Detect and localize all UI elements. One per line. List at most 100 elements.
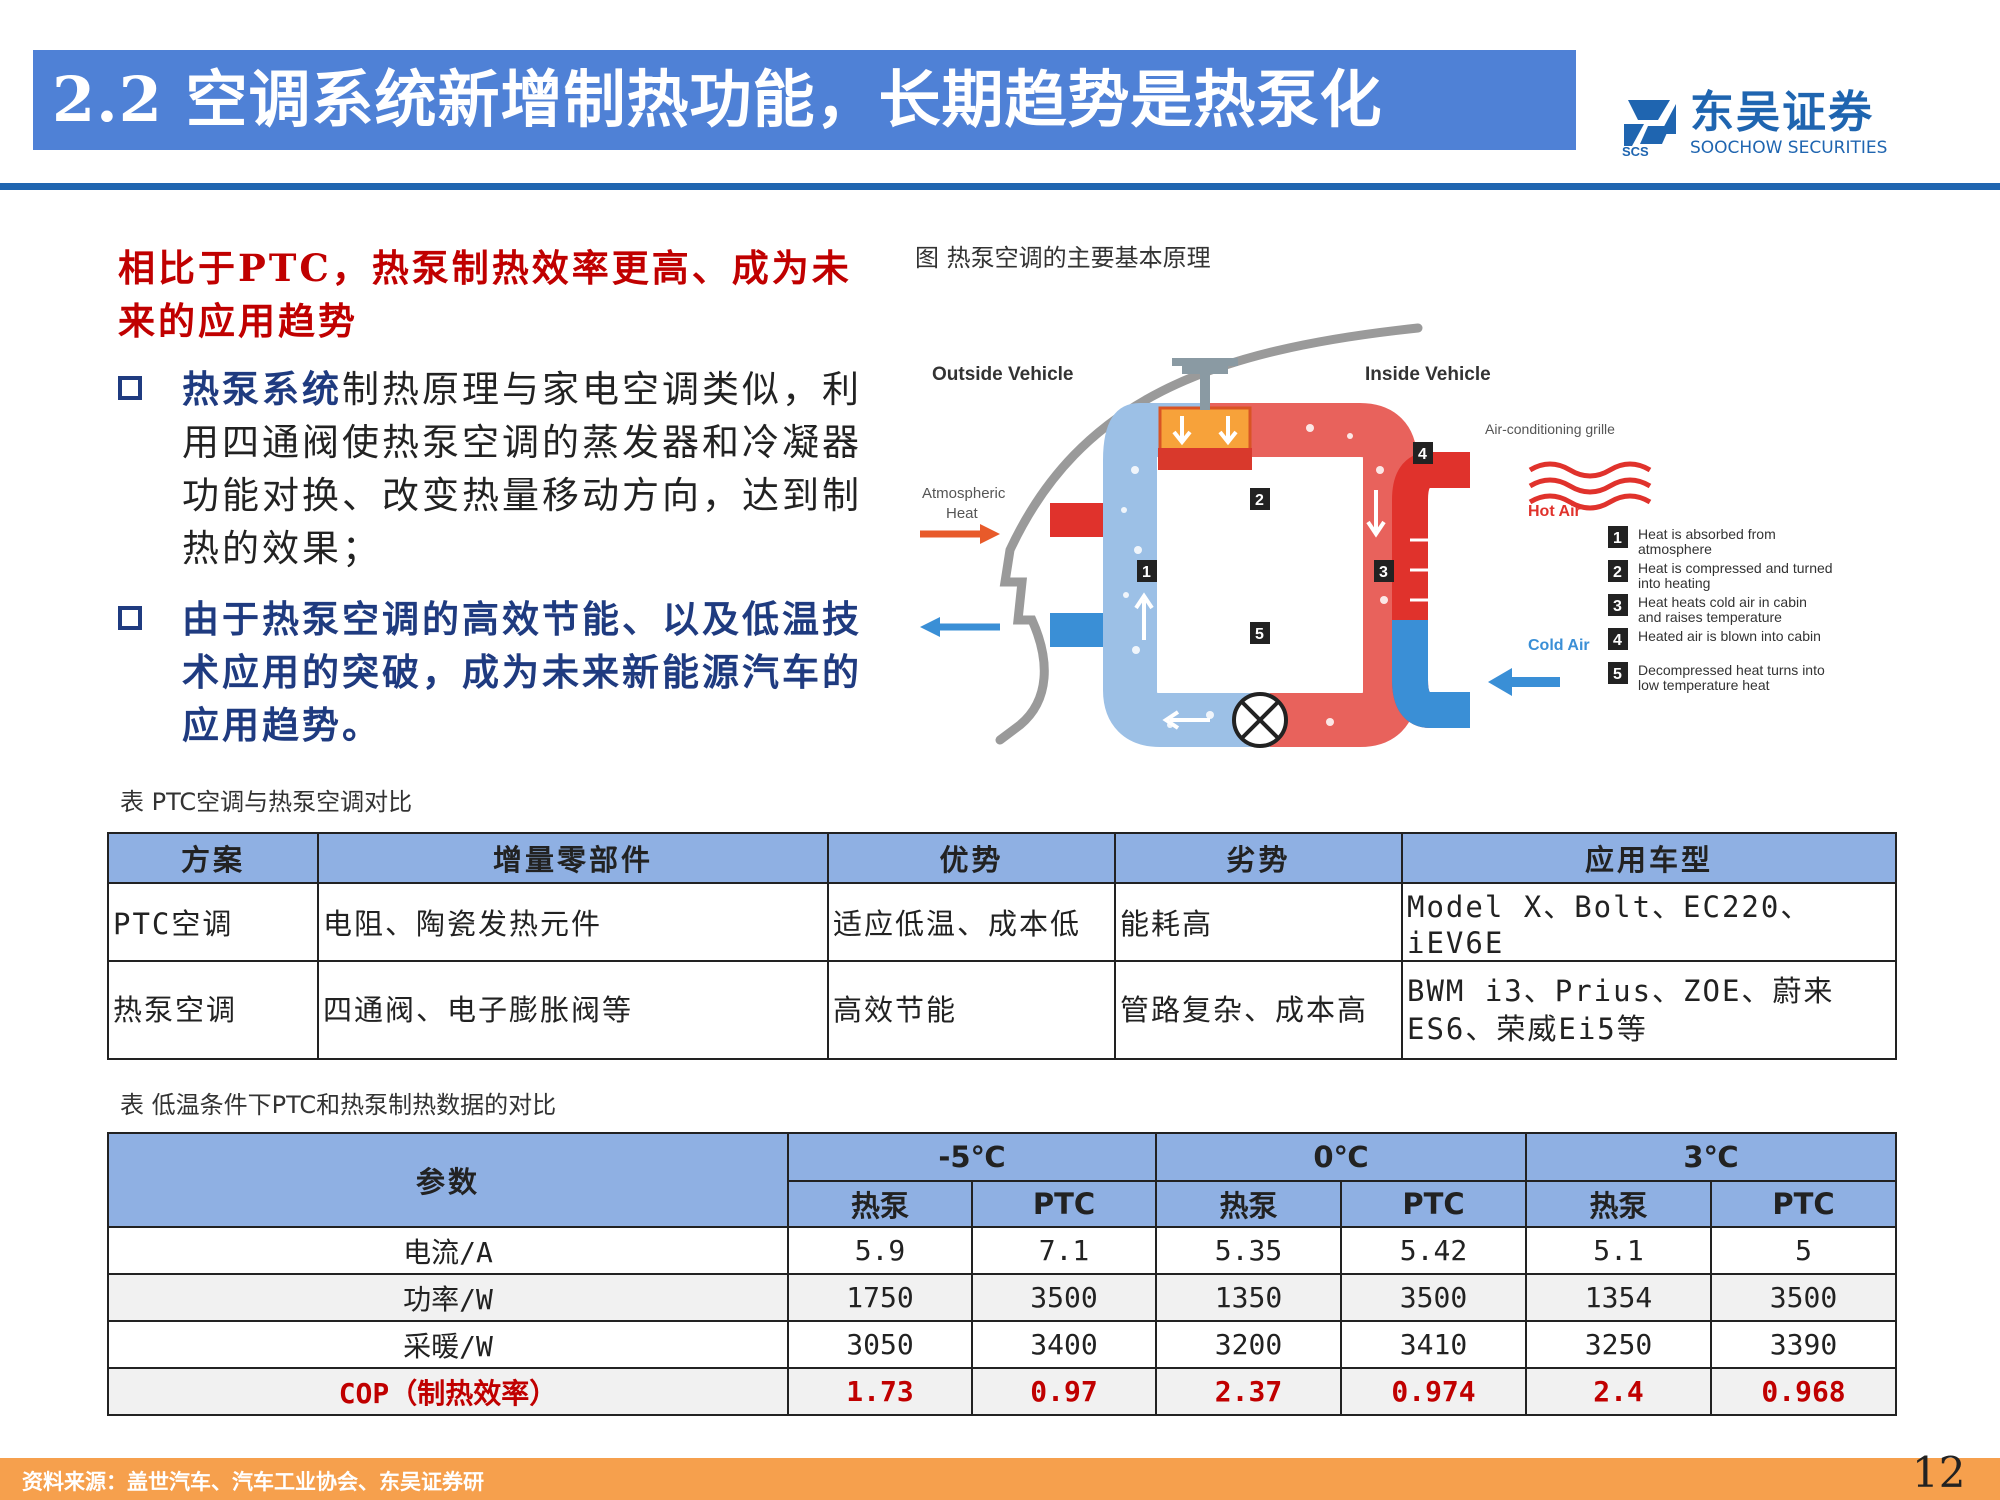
inside-vehicle-label: Inside Vehicle <box>1365 364 1491 385</box>
table-cell: 3410 <box>1339 1320 1528 1369</box>
marker-4: 4 <box>1418 446 1427 463</box>
table-cell: 0.97 <box>971 1367 1157 1416</box>
table-cell: 5.1 <box>1525 1226 1713 1275</box>
legend-text: low temperature heat <box>1638 677 1770 693</box>
page-title: 2.2 空调系统新增制热功能，长期趋势是热泵化 <box>52 63 1383 136</box>
legend-text: into heating <box>1638 575 1710 591</box>
bullet-square-icon <box>118 376 142 400</box>
cold-air-label: Cold Air <box>1528 637 1590 654</box>
outside-vehicle-label: Outside Vehicle <box>932 364 1074 385</box>
bullet-square-icon <box>118 606 142 630</box>
table1-header-advantage: 优势 <box>827 832 1116 884</box>
table-cell: 5.9 <box>787 1226 973 1275</box>
row-label: 电流/A <box>107 1226 789 1275</box>
table-row: 电流/A 5.9 7.1 5.35 5.42 5.1 5 <box>107 1226 1898 1275</box>
low-temperature-comparison-table: 参数 -5℃ 0℃ 3℃ 热泵 PTC 热泵 PTC 热泵 PTC 电流/A 5… <box>107 1132 1898 1416</box>
table-row: 采暖/W 3050 3400 3200 3410 3250 3390 <box>107 1320 1898 1369</box>
table2-caption: 表 低温条件下PTC和热泵制热数据的对比 <box>120 1091 557 1119</box>
table-cell: 电阻、陶瓷发热元件 <box>317 882 829 962</box>
table2-header-temp: -5℃ <box>787 1132 1157 1182</box>
legend-number: 1 <box>1613 530 1622 547</box>
legend-text: Decompressed heat turns into <box>1638 662 1825 678</box>
ac-grille-label: Air-conditioning grille <box>1485 421 1615 437</box>
marker-3: 3 <box>1379 564 1388 581</box>
table-cell: 1.73 <box>787 1367 973 1416</box>
table-row: 热泵空调 四通阀、电子膨胀阀等 高效节能 管路复杂、成本高 BWM i3、Pri… <box>107 960 1897 1060</box>
table-cell: 管路复杂、成本高 <box>1114 960 1403 1060</box>
table1-header-models: 应用车型 <box>1401 832 1897 884</box>
logo-name-cn: 东吴证券 <box>1690 87 1874 138</box>
marker-1: 1 <box>1142 564 1151 581</box>
table2-subheader: PTC <box>971 1180 1157 1228</box>
table-row-cop: COP（制热效率） 1.73 0.97 2.37 0.974 2.4 0.968 <box>107 1367 1898 1416</box>
table-cell: 7.1 <box>971 1226 1157 1275</box>
table-row: 功率/W 1750 3500 1350 3500 1354 3500 <box>107 1273 1898 1322</box>
bullet1-emphasis: 热泵系统 <box>182 367 342 411</box>
header-divider <box>0 183 2000 190</box>
table-cell: 3500 <box>1710 1273 1898 1322</box>
logo-name-en: SOOCHOW SECURITIES <box>1690 138 1888 158</box>
hot-air-label: Hot Air <box>1528 503 1581 520</box>
table-cell: 3250 <box>1525 1320 1713 1369</box>
legend-text: Heat is compressed and turned <box>1638 560 1833 576</box>
table-cell: 5.35 <box>1155 1226 1342 1275</box>
bullet-heat-pump-trend: 由于热泵空调的高效节能、以及低温技术应用的突破，成为未来新能源汽车的应用趋势。 <box>118 593 878 752</box>
table2-subheader: 热泵 <box>1525 1180 1713 1228</box>
headline: 相比于PTC，热泵制热效率更高、成为未来的应用趋势 <box>118 246 852 343</box>
table-cell: PTC空调 <box>107 882 319 962</box>
table-cell: 5.42 <box>1339 1226 1528 1275</box>
legend-text: Heat heats cold air in cabin <box>1638 594 1807 610</box>
table-cell: 5 <box>1710 1226 1898 1275</box>
legend-text: atmosphere <box>1638 541 1712 557</box>
table-cell: 3200 <box>1155 1320 1342 1369</box>
table-cell: 热泵空调 <box>107 960 319 1060</box>
marker-2: 2 <box>1255 492 1264 509</box>
table-cell: 0.974 <box>1339 1367 1528 1416</box>
table1-header-parts: 增量零部件 <box>317 832 829 884</box>
cold-air-arrow <box>1488 668 1512 696</box>
table2-header-temp: 3℃ <box>1525 1132 1898 1182</box>
legend-number: 5 <box>1613 666 1622 683</box>
compressor-base <box>1158 448 1252 470</box>
soochow-logo-icon: SCS <box>1622 100 1676 156</box>
table1-header-scheme: 方案 <box>107 832 319 884</box>
table2-header-temp: 0℃ <box>1154 1132 1528 1182</box>
page-number: 12 <box>1912 1448 1966 1497</box>
table2-subheader: PTC <box>1339 1180 1528 1228</box>
row-label: 采暖/W <box>107 1320 789 1369</box>
table-cell: 3390 <box>1710 1320 1898 1369</box>
footer-source: 资料来源：盖世汽车、汽车工业协会、东吴证券研 <box>22 1470 484 1494</box>
legend-number: 4 <box>1613 632 1622 649</box>
table-cell: 适应低温、成本低 <box>827 882 1116 962</box>
atmospheric-heat-label-1: Atmospheric <box>922 485 1006 502</box>
table-cell: 3050 <box>787 1320 973 1369</box>
row-label: COP（制热效率） <box>107 1367 789 1416</box>
legend-text: Heat is absorbed from <box>1638 526 1776 542</box>
bullet2-text: 由于热泵空调的高效节能、以及低温技术应用的突破，成为未来新能源汽车的应用趋势。 <box>182 597 862 747</box>
table-cell: 1750 <box>787 1273 973 1322</box>
table-cell: 四通阀、电子膨胀阀等 <box>317 960 829 1060</box>
hot-air-waves <box>1528 461 1652 511</box>
table-cell: BWM i3、Prius、ZOE、蔚来ES6、荣威Ei5等 <box>1401 960 1897 1060</box>
table-cell: 3400 <box>971 1320 1157 1369</box>
table-cell: 0.968 <box>1710 1367 1898 1416</box>
table2-subheader: 热泵 <box>1155 1180 1342 1228</box>
diagram-legend: 1 Heat is absorbed fromatmosphere 2 Heat is… <box>1608 526 1833 693</box>
table-cell: 2.4 <box>1525 1367 1713 1416</box>
figure-caption: 图 热泵空调的主要基本原理 <box>915 244 1211 272</box>
legend-number: 2 <box>1613 564 1622 581</box>
atmospheric-heat-label-2: Heat <box>946 505 979 522</box>
table-row: PTC空调 电阻、陶瓷发热元件 适应低温、成本低 能耗高 Model X、Bol… <box>107 882 1897 962</box>
table-cell: Model X、Bolt、EC220、iEV6E <box>1401 882 1897 962</box>
refrigerant-loop-hot <box>1200 403 1417 747</box>
bullet-heat-pump-principle: 热泵系统制热原理与家电空调类似，利用四通阀使热泵空调的蒸发器和冷凝器功能对换、改… <box>118 363 878 575</box>
table1-caption: 表 PTC空调与热泵空调对比 <box>120 788 413 816</box>
legend-number: 3 <box>1613 598 1622 615</box>
table-cell: 1350 <box>1155 1273 1342 1322</box>
logo-abbr: SCS <box>1622 144 1649 156</box>
row-label: 功率/W <box>107 1273 789 1322</box>
heat-pump-diagram: Outside Vehicle Inside Vehicle Atmospher… <box>920 323 1833 748</box>
table-cell: 3500 <box>1339 1273 1528 1322</box>
legend-text: Heated air is blown into cabin <box>1638 628 1821 644</box>
compressor <box>1158 406 1252 454</box>
